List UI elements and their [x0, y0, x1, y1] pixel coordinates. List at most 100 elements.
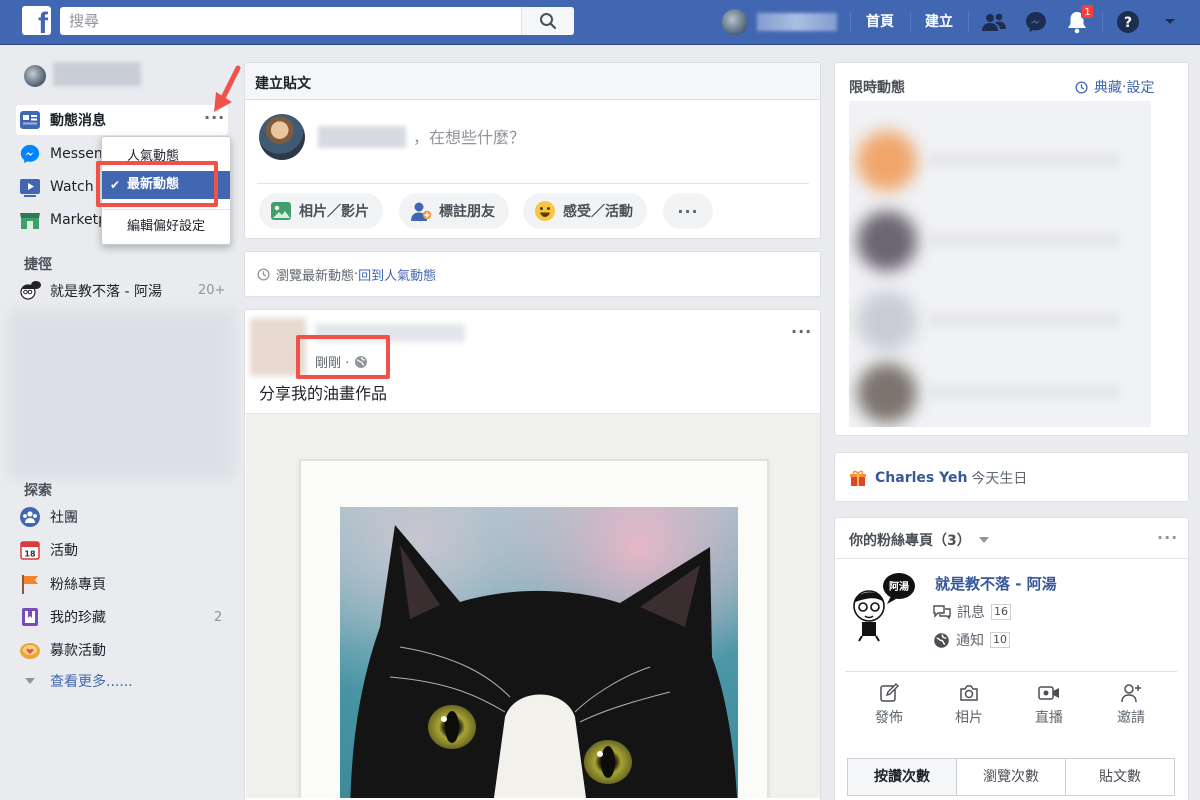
page-action-photo[interactable]: 相片	[929, 681, 1009, 727]
nav-groups[interactable]: 社團	[18, 502, 78, 532]
page-avatar[interactable]: 阿湯	[847, 570, 919, 642]
pages-options-icon[interactable]: ···	[1157, 528, 1178, 547]
birthday-reminder[interactable]: Charles Yeh 今天生日	[849, 468, 1027, 488]
more-composer-options-button[interactable]: ···	[663, 193, 713, 229]
messenger-icon[interactable]	[1022, 9, 1050, 35]
post-text: 分享我的油畫作品	[259, 384, 388, 403]
post-card: 剛剛 · ··· 分享我的油畫作品	[244, 309, 821, 800]
friend-requests-icon[interactable]	[980, 9, 1008, 35]
nav-news-feed[interactable]: 動態消息	[16, 105, 228, 135]
composer-name-blurred	[318, 126, 406, 148]
page-avatar-icon	[18, 279, 42, 303]
page-notifications-label: 通知	[956, 633, 984, 649]
feed-sort-info-bar: 瀏覽最新動態 · 回到人氣動態	[244, 251, 821, 297]
divider	[910, 12, 911, 32]
back-to-top-posts-link[interactable]: 回到人氣動態	[358, 265, 436, 284]
story-text	[929, 153, 1119, 167]
tag-friends-icon	[409, 199, 433, 223]
top-bar: f 首頁 建立 1 ?	[0, 0, 1200, 45]
watch-icon	[18, 175, 42, 199]
shortcut-page-label: 就是教不落 - 阿湯	[50, 284, 162, 300]
birthday-card: Charles Yeh 今天生日	[834, 452, 1189, 502]
shortcut-count: 20+	[198, 283, 226, 298]
nav-pages[interactable]: 粉絲專頁	[18, 569, 106, 599]
stories-archive-link[interactable]: 典藏	[1094, 77, 1122, 97]
svg-text:?: ?	[1124, 15, 1132, 31]
feeling-activity-label: 感受／活動	[563, 204, 633, 220]
page-stats-tabs: 按讚次數 瀏覽次數 貼文數	[847, 758, 1175, 796]
search-button[interactable]	[521, 7, 574, 35]
page-avatar-badge: 阿湯	[889, 580, 909, 593]
page-action-invite-label: 邀請	[1117, 710, 1145, 726]
divider	[968, 12, 969, 32]
feed-sort-info-text: 瀏覽最新動態	[276, 268, 355, 284]
story-text	[929, 233, 1119, 247]
dropdown-edit-preferences[interactable]: 編輯偏好設定	[102, 213, 230, 241]
post-photo[interactable]	[246, 414, 820, 798]
tab-likes[interactable]: 按讚次數	[848, 759, 957, 795]
left-profile-avatar[interactable]	[24, 65, 46, 87]
stories-card: 限時動態 典藏 · 設定	[834, 62, 1189, 436]
left-profile-name-blurred[interactable]	[53, 62, 141, 86]
messenger-icon	[18, 142, 42, 166]
tab-views[interactable]: 瀏覽次數	[957, 759, 1066, 795]
photo-video-button[interactable]: 相片／影片	[259, 193, 383, 229]
composer-divider	[257, 183, 809, 184]
birthday-text: 今天生日	[971, 471, 1028, 487]
shortcut-page[interactable]: 就是教不落 - 阿湯	[18, 276, 162, 306]
fundraisers-icon	[18, 638, 42, 662]
home-link[interactable]: 首頁	[866, 12, 894, 32]
tab-posts[interactable]: 貼文數	[1066, 759, 1174, 795]
divider	[1102, 12, 1103, 32]
help-icon[interactable]: ?	[1114, 9, 1142, 35]
facebook-logo[interactable]: f	[22, 6, 51, 35]
page-notifications-count: 10	[990, 632, 1010, 648]
nav-watch[interactable]: Watch	[18, 172, 94, 202]
saved-bookmark-icon	[18, 605, 42, 629]
page-action-publish[interactable]: 發佈	[849, 681, 929, 727]
page-messages-count: 16	[991, 604, 1011, 620]
page-action-live[interactable]: 直播	[1009, 681, 1089, 727]
invite-person-icon	[1091, 681, 1171, 705]
create-link[interactable]: 建立	[925, 12, 953, 32]
nav-news-feed-label: 動態消息	[50, 113, 106, 129]
post-options-icon[interactable]: ···	[791, 322, 812, 341]
birthday-name[interactable]: Charles Yeh	[875, 470, 967, 486]
explore-title: 探索	[24, 483, 52, 499]
feeling-activity-button[interactable]: 感受／活動	[523, 193, 647, 229]
profile-name-blurred[interactable]	[757, 13, 837, 31]
composer-input[interactable]: ，在想些什麼？	[413, 124, 525, 148]
profile-avatar[interactable]	[722, 9, 748, 35]
page-name-link[interactable]: 就是教不落 - 阿湯	[935, 573, 1057, 594]
nav-saved[interactable]: 我的珍藏	[18, 602, 106, 632]
stories-list-blurred[interactable]	[849, 101, 1151, 427]
page-action-invite[interactable]: 邀請	[1091, 681, 1171, 727]
calendar-day: 18	[24, 550, 36, 559]
tag-friends-label: 標註朋友	[439, 204, 495, 220]
groups-icon	[18, 505, 42, 529]
clock-icon	[257, 267, 270, 281]
stories-settings-link[interactable]: 設定	[1126, 77, 1154, 97]
see-more-link[interactable]: 查看更多......	[18, 666, 133, 696]
your-pages-header[interactable]: 你的粉絲專頁（3）	[849, 530, 989, 550]
composer-title: 建立貼文	[245, 63, 820, 100]
nav-fundraisers[interactable]: 募款活動	[18, 635, 106, 665]
pages-flag-icon	[18, 572, 42, 596]
page-action-live-label: 直播	[1035, 710, 1063, 726]
blurred-shortcuts	[10, 310, 235, 478]
nav-events[interactable]: 18 活動	[18, 535, 78, 565]
tag-friends-button[interactable]: 標註朋友	[399, 193, 509, 229]
gift-icon	[850, 470, 866, 486]
nav-fundraisers-label: 募款活動	[50, 643, 106, 659]
your-pages-title: 你的粉絲專頁（3）	[849, 533, 971, 549]
account-menu-chevron-icon[interactable]	[1156, 9, 1184, 35]
divider	[850, 12, 851, 32]
chat-bubbles-icon	[933, 605, 951, 620]
story-avatar	[857, 131, 917, 191]
page-notifications[interactable]: 通知 10	[933, 630, 1010, 650]
marketplace-icon	[18, 208, 42, 232]
page-messages[interactable]: 訊息 16	[933, 602, 1011, 622]
story-text	[929, 313, 1119, 327]
search-input[interactable]	[60, 7, 520, 35]
news-feed-icon	[18, 108, 42, 132]
